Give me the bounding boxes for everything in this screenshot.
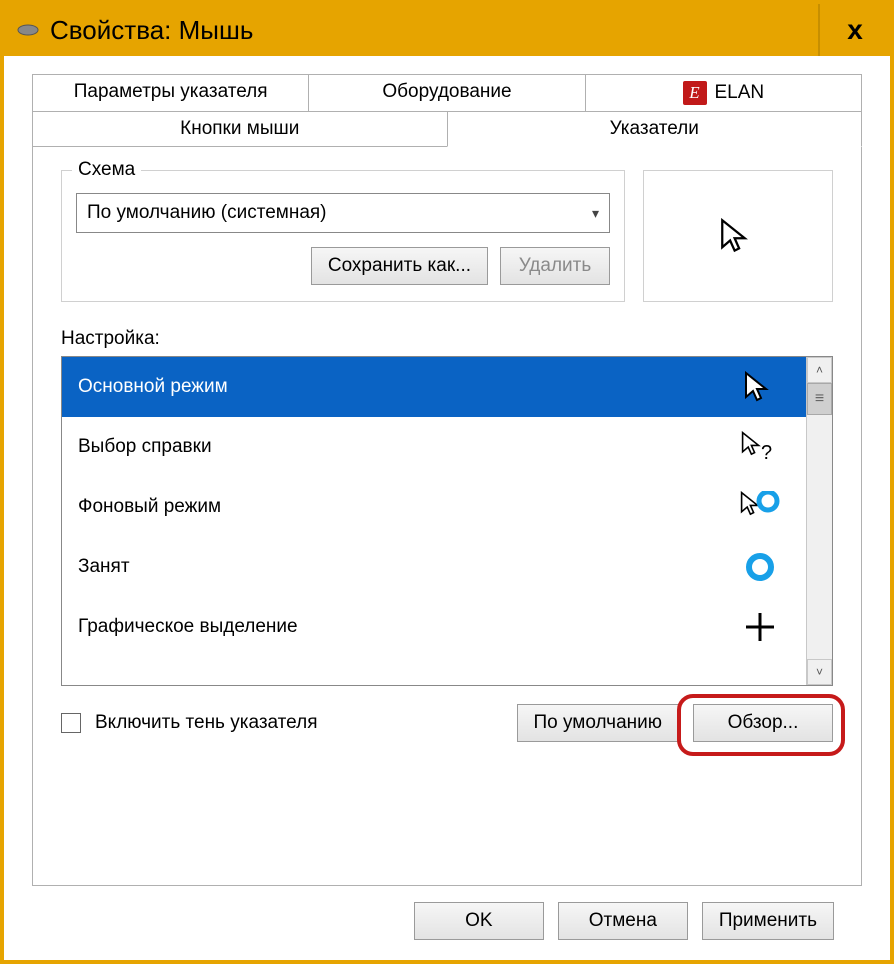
tab-label: Кнопки мыши — [180, 118, 299, 139]
cross-cursor-icon — [730, 611, 790, 643]
tab-label: ELAN — [715, 82, 765, 104]
list-item-label: Выбор справки — [78, 436, 212, 458]
ok-button[interactable]: OK — [414, 902, 544, 940]
button-label: Применить — [719, 910, 817, 931]
list-items: Основной режим Выбор справки Фоновый реж… — [62, 357, 806, 685]
scroll-track[interactable] — [807, 415, 832, 659]
working-cursor-icon — [730, 491, 790, 523]
button-label: Обзор... — [728, 712, 799, 733]
scrollbar[interactable]: ˄ ≡ ˅ — [806, 357, 832, 685]
list-item[interactable]: Фоновый режим — [62, 477, 806, 537]
grip-icon: ≡ — [815, 390, 824, 408]
shadow-checkbox-label: Включить тень указателя — [95, 712, 503, 734]
cursor-preview — [643, 170, 833, 302]
apply-button[interactable]: Применить — [702, 902, 834, 940]
chevron-down-icon: ˅ — [816, 665, 823, 679]
browse-button[interactable]: Обзор... — [693, 704, 833, 742]
close-button[interactable]: x — [818, 4, 890, 56]
scheme-legend: Схема — [72, 159, 141, 181]
button-label: По умолчанию — [534, 712, 663, 733]
tab-pointer-options[interactable]: Параметры указателя — [32, 74, 309, 111]
tab-label: Оборудование — [382, 81, 511, 102]
scheme-group: Схема По умолчанию (системная) ▾ Сохрани… — [61, 170, 625, 302]
scroll-up-button[interactable]: ˄ — [807, 357, 832, 383]
client-area: Параметры указателя Оборудование E ELAN … — [4, 56, 890, 960]
window-title: Свойства: Мышь — [50, 15, 253, 46]
chevron-up-icon: ˄ — [816, 363, 823, 377]
tab-buttons[interactable]: Кнопки мыши — [32, 111, 448, 147]
tab-elan[interactable]: E ELAN — [585, 74, 862, 111]
save-as-button[interactable]: Сохранить как... — [311, 247, 488, 285]
cancel-button[interactable]: Отмена — [558, 902, 688, 940]
button-label: Отмена — [589, 910, 657, 931]
chevron-down-icon: ▾ — [592, 205, 599, 222]
button-label: Сохранить как... — [328, 255, 471, 276]
list-item-label: Графическое выделение — [78, 616, 298, 638]
list-item-label: Основной режим — [78, 376, 228, 398]
scheme-combo[interactable]: По умолчанию (системная) ▾ — [76, 193, 610, 233]
mouse-icon — [16, 22, 40, 38]
scheme-buttons: Сохранить как... Удалить — [76, 247, 610, 285]
elan-icon: E — [683, 81, 707, 105]
button-label: OK — [465, 910, 492, 931]
customize-label: Настройка: — [61, 328, 833, 350]
tab-label: Параметры указателя — [74, 81, 268, 102]
titlebar: Свойства: Мышь x — [4, 4, 890, 56]
delete-button[interactable]: Удалить — [500, 247, 610, 285]
tab-panel: Схема По умолчанию (системная) ▾ Сохрани… — [32, 146, 862, 886]
button-label: Удалить — [519, 255, 592, 276]
list-item-label: Занят — [78, 556, 130, 578]
arrow-cursor-icon — [720, 218, 756, 254]
window: Свойства: Мышь x Параметры указателя Обо… — [0, 0, 894, 964]
close-icon: x — [847, 14, 863, 46]
cursor-list: Основной режим Выбор справки Фоновый реж… — [61, 356, 833, 686]
tab-pointers[interactable]: Указатели — [447, 111, 863, 147]
list-item[interactable]: Занят — [62, 537, 806, 597]
list-item[interactable]: Основной режим — [62, 357, 806, 417]
help-cursor-icon — [730, 431, 790, 463]
scroll-down-button[interactable]: ˅ — [807, 659, 832, 685]
tabs-row-2: Кнопки мыши Указатели — [32, 111, 862, 147]
tabs-row-1: Параметры указателя Оборудование E ELAN — [32, 74, 862, 111]
options-row: Включить тень указателя По умолчанию Обз… — [61, 704, 833, 742]
dialog-buttons: OK Отмена Применить — [32, 886, 862, 946]
list-item[interactable]: Выбор справки — [62, 417, 806, 477]
tab-hardware[interactable]: Оборудование — [308, 74, 585, 111]
list-item-label: Фоновый режим — [78, 496, 221, 518]
scheme-selected: По умолчанию (системная) — [87, 202, 327, 224]
top-row: Схема По умолчанию (системная) ▾ Сохрани… — [61, 170, 833, 302]
arrow-cursor-icon — [730, 371, 790, 403]
list-item[interactable]: Графическое выделение — [62, 597, 806, 657]
shadow-checkbox[interactable] — [61, 713, 81, 733]
busy-cursor-icon — [730, 551, 790, 583]
default-button[interactable]: По умолчанию — [517, 704, 680, 742]
tab-label: Указатели — [610, 118, 699, 139]
scroll-thumb[interactable]: ≡ — [807, 383, 832, 415]
